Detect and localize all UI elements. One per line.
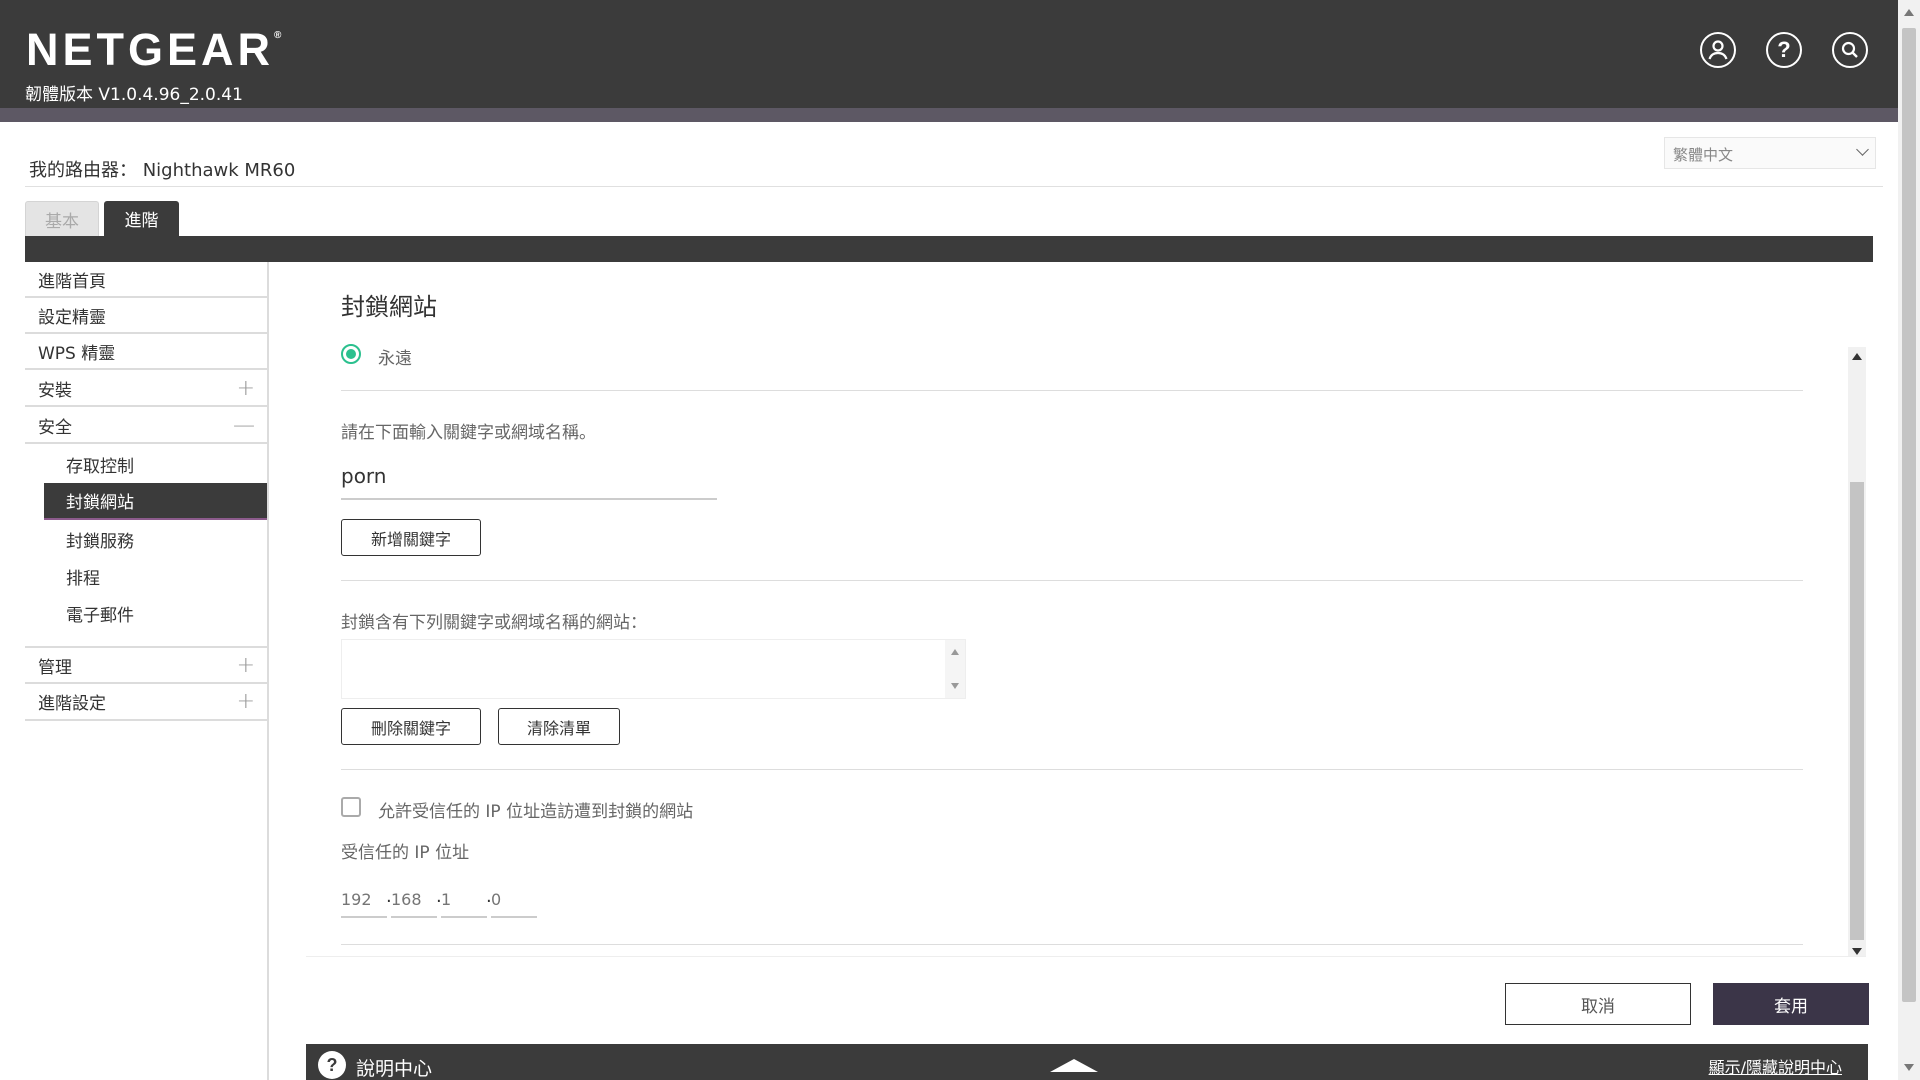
expand-plus-icon[interactable]: + [237,691,255,713]
block-list-label: 封鎖含有下列關鍵字或網域名稱的網站： [341,613,647,633]
sidebar-item-block-services[interactable]: 封鎖服務 [44,521,267,558]
divider [341,944,1803,945]
sidebar: 進階首頁 設定精靈 WPS 精靈 安裝 + 安全 — 存取控制 封鎖網站 封鎖服務 … [25,262,269,1080]
tab-advanced[interactable]: 進階 [104,201,179,236]
sidebar-item-setup[interactable]: 安裝 + [25,371,267,407]
apply-button[interactable]: 套用 [1713,983,1869,1025]
content-scrollbar-thumb[interactable] [1850,482,1864,940]
scroll-down-icon[interactable] [951,683,959,689]
divider [25,186,1883,187]
content-scrollbar[interactable] [1848,347,1866,957]
page-scrollbar-thumb[interactable] [1902,28,1916,1002]
language-selected: 繁體中文 [1673,146,1734,164]
chevron-down-icon [1856,143,1869,156]
keyword-prompt: 請在下面輸入關鍵字或網域名稱。 [341,423,596,443]
scroll-up-icon[interactable] [951,649,959,655]
scroll-up-icon[interactable] [1852,353,1862,360]
sidebar-item-wps-wizard[interactable]: WPS 精靈 [25,334,267,370]
router-name: 我的路由器： Nighthawk MR60 [29,160,296,181]
divider [341,580,1803,581]
page-title: 封鎖網站 [341,293,437,321]
firmware-version: 韌體版本 V1.0.4.96_2.0.41 [25,85,243,105]
allow-trusted-ip-label: 允許受信任的 IP 位址造訪遭到封鎖的網站 [378,802,694,822]
help-center-title: 說明中心 [356,1058,433,1080]
sidebar-item-security[interactable]: 安全 — [25,408,267,444]
trusted-ip-octet-2[interactable] [391,882,437,918]
sidebar-item-access-control[interactable]: 存取控制 [44,446,267,483]
trusted-ip-octet-1[interactable] [341,882,387,918]
header-strip [0,108,1898,122]
delete-keyword-button[interactable]: 刪除關鍵字 [341,708,481,745]
top-header: NETGEAR® 韌體版本 V1.0.4.96_2.0.41 ? [0,0,1898,108]
expand-plus-icon[interactable]: + [237,655,255,677]
sidebar-divider [267,262,269,1080]
sidebar-item-management[interactable]: 管理 + [25,646,267,684]
collapse-minus-icon[interactable]: — [233,415,255,437]
divider [341,769,1803,770]
help-center-bar: ? 說明中心 顯示/隱藏說明中心 [306,1044,1868,1080]
page-scrollbar[interactable] [1898,0,1920,1080]
trusted-ip-octet-4[interactable] [491,882,537,918]
search-icon[interactable] [1832,32,1868,68]
trusted-ip-label: 受信任的 IP 位址 [341,843,470,863]
sidebar-item-email[interactable]: 電子郵件 [44,595,267,632]
clear-list-button[interactable]: 清除清單 [498,708,620,745]
registered-mark: ® [274,30,282,41]
trusted-ip-octet-3[interactable] [441,882,487,918]
sidebar-item-advanced-home[interactable]: 進階首頁 [25,262,267,298]
help-icon[interactable]: ? [1766,32,1802,68]
add-keyword-button[interactable]: 新增關鍵字 [341,519,481,556]
language-select[interactable]: 繁體中文 [1664,137,1876,169]
scroll-down-icon[interactable] [1904,1064,1914,1071]
help-center-icon[interactable]: ? [318,1051,346,1079]
blocked-keywords-list[interactable] [341,639,966,699]
user-icon[interactable] [1700,32,1736,68]
scroll-up-icon[interactable] [1904,9,1914,16]
divider [341,390,1803,391]
sidebar-item-setup-wizard[interactable]: 設定精靈 [25,298,267,334]
tab-bar [25,236,1873,262]
radio-always-label: 永遠 [378,349,412,369]
help-center-toggle-link[interactable]: 顯示/隱藏說明中心 [1709,1054,1842,1078]
divider [306,956,1866,957]
keyword-input[interactable] [341,453,717,500]
sidebar-item-advanced-setup[interactable]: 進階設定 + [25,684,267,721]
caret-up-icon[interactable] [1050,1059,1098,1072]
list-scrollbar[interactable] [945,640,965,698]
netgear-logo[interactable]: NETGEAR® [26,24,281,76]
allow-trusted-ip-checkbox[interactable] [341,797,361,817]
radio-always[interactable] [341,344,361,364]
sidebar-item-schedule[interactable]: 排程 [44,558,267,595]
sidebar-item-block-sites[interactable]: 封鎖網站 [44,483,267,520]
tab-basic[interactable]: 基本 [25,201,99,236]
cancel-button[interactable]: 取消 [1505,983,1691,1025]
expand-plus-icon[interactable]: + [237,378,255,400]
scroll-down-icon[interactable] [1852,948,1862,955]
